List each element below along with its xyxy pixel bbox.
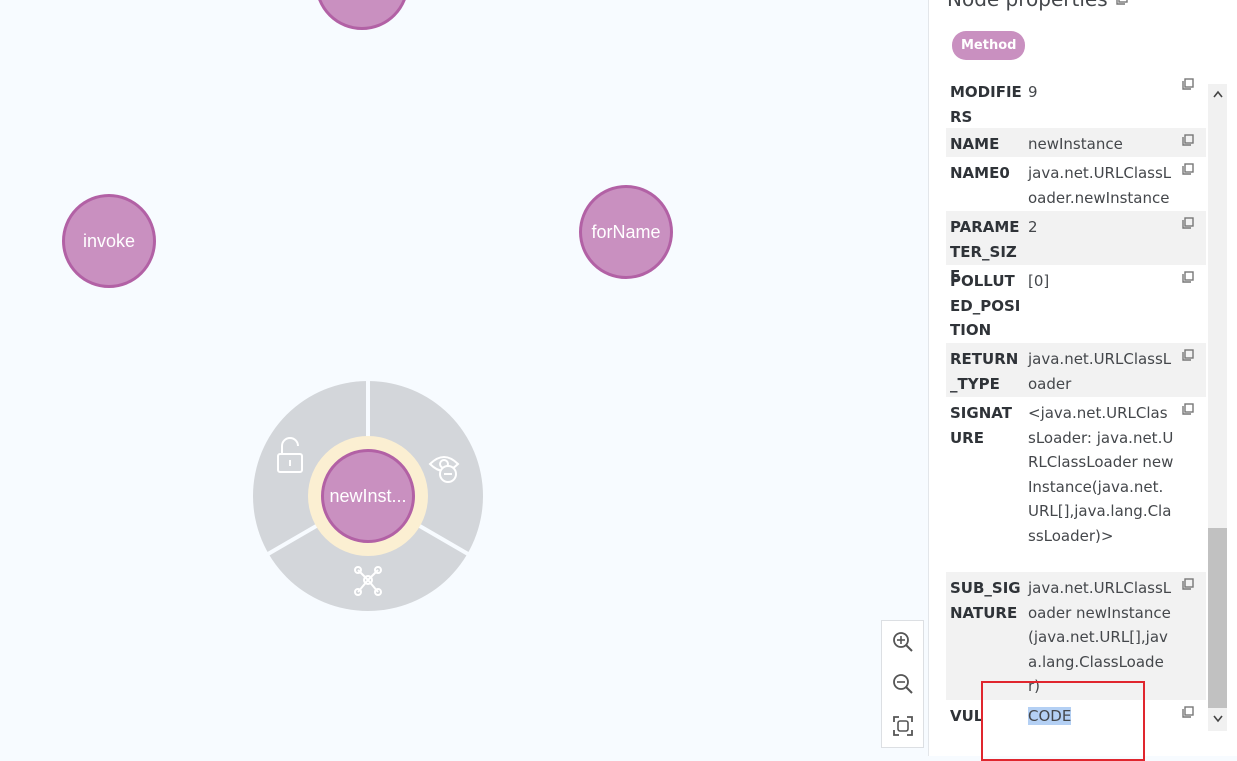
- property-row: NAME newInstance: [946, 128, 1206, 157]
- panel-title: Node properties: [947, 0, 1128, 11]
- node-properties-panel: Node properties Method MODIFIERS 9 NAME …: [928, 0, 1237, 756]
- copy-icon[interactable]: [1182, 706, 1194, 718]
- copy-icon[interactable]: [1182, 349, 1194, 361]
- copy-icon[interactable]: [1182, 578, 1194, 590]
- copy-icon[interactable]: [1182, 163, 1194, 175]
- zoom-in-button[interactable]: [888, 627, 918, 657]
- zoom-controls: [881, 620, 924, 748]
- label-badge[interactable]: Method: [952, 31, 1026, 60]
- copy-icon[interactable]: [1182, 403, 1194, 415]
- zoom-in-icon: [892, 632, 913, 652]
- highlight-annotation-box: [981, 681, 1145, 761]
- property-row: NAME0 java.net.URLClassLoader.newInstanc…: [946, 157, 1206, 211]
- chevron-down-icon: [1212, 715, 1223, 722]
- fit-view-icon: [892, 716, 913, 736]
- property-key: NAME: [950, 135, 1000, 153]
- property-key: MODIFIERS: [950, 83, 1022, 126]
- graph-node-newinstance[interactable]: newInst...: [321, 449, 415, 543]
- node-label: invoke: [82, 230, 136, 251]
- property-row: PARAMETER_SIZE 2: [946, 211, 1206, 285]
- scroll-up-arrow[interactable]: [1210, 86, 1225, 101]
- graph-node-top[interactable]: [315, 0, 409, 30]
- properties-table: MODIFIERS 9 NAME newInstance NAME0 java.…: [946, 76, 1206, 736]
- property-key: RETURN_TYPE: [950, 350, 1019, 393]
- copy-icon[interactable]: [1182, 271, 1194, 283]
- properties-scrollbar[interactable]: [1208, 84, 1227, 731]
- property-value[interactable]: java.net.URLClassLoader: [1024, 343, 1174, 397]
- copy-icon[interactable]: [1182, 78, 1194, 90]
- property-key: POLLUTED_POSITION: [950, 272, 1021, 339]
- graph-canvas[interactable]: invoke forName newInst...: [0, 0, 928, 756]
- property-value[interactable]: java.net.URLClassLoader.newInstance: [1024, 157, 1174, 211]
- property-value[interactable]: 9: [1024, 76, 1174, 128]
- property-key: NAME0: [950, 164, 1010, 182]
- property-row: RETURN_TYPE java.net.URLClassLoader: [946, 343, 1206, 397]
- copy-icon[interactable]: [1182, 134, 1194, 146]
- scroll-down-arrow[interactable]: [1210, 711, 1225, 726]
- copy-icon[interactable]: [1182, 217, 1194, 229]
- property-row: MODIFIERS 9: [946, 76, 1206, 128]
- property-value[interactable]: [0]: [1024, 265, 1174, 343]
- scroll-thumb[interactable]: [1208, 528, 1227, 708]
- zoom-out-icon: [892, 674, 913, 694]
- property-value[interactable]: 2: [1024, 211, 1174, 265]
- graph-node-forname[interactable]: forName: [579, 185, 673, 279]
- node-label: newInst...: [329, 485, 407, 506]
- property-key: PARAMETER_SIZE: [950, 218, 1020, 285]
- property-row: POLLUTED_POSITION [0]: [946, 265, 1206, 343]
- fit-view-button[interactable]: [888, 711, 918, 741]
- property-row: SIGNATURE <java.net.URLClassLoader: java…: [946, 397, 1206, 572]
- property-value[interactable]: <java.net.URLClassLoader: java.net.URLCl…: [1024, 397, 1174, 572]
- property-value[interactable]: newInstance: [1024, 128, 1174, 157]
- chevron-up-icon: [1212, 90, 1223, 97]
- property-key: SIGNATURE: [950, 404, 1012, 447]
- node-label: forName: [591, 221, 661, 242]
- graph-node-invoke[interactable]: invoke: [62, 194, 156, 288]
- copy-icon[interactable]: [1115, 0, 1128, 5]
- zoom-out-button[interactable]: [888, 669, 918, 699]
